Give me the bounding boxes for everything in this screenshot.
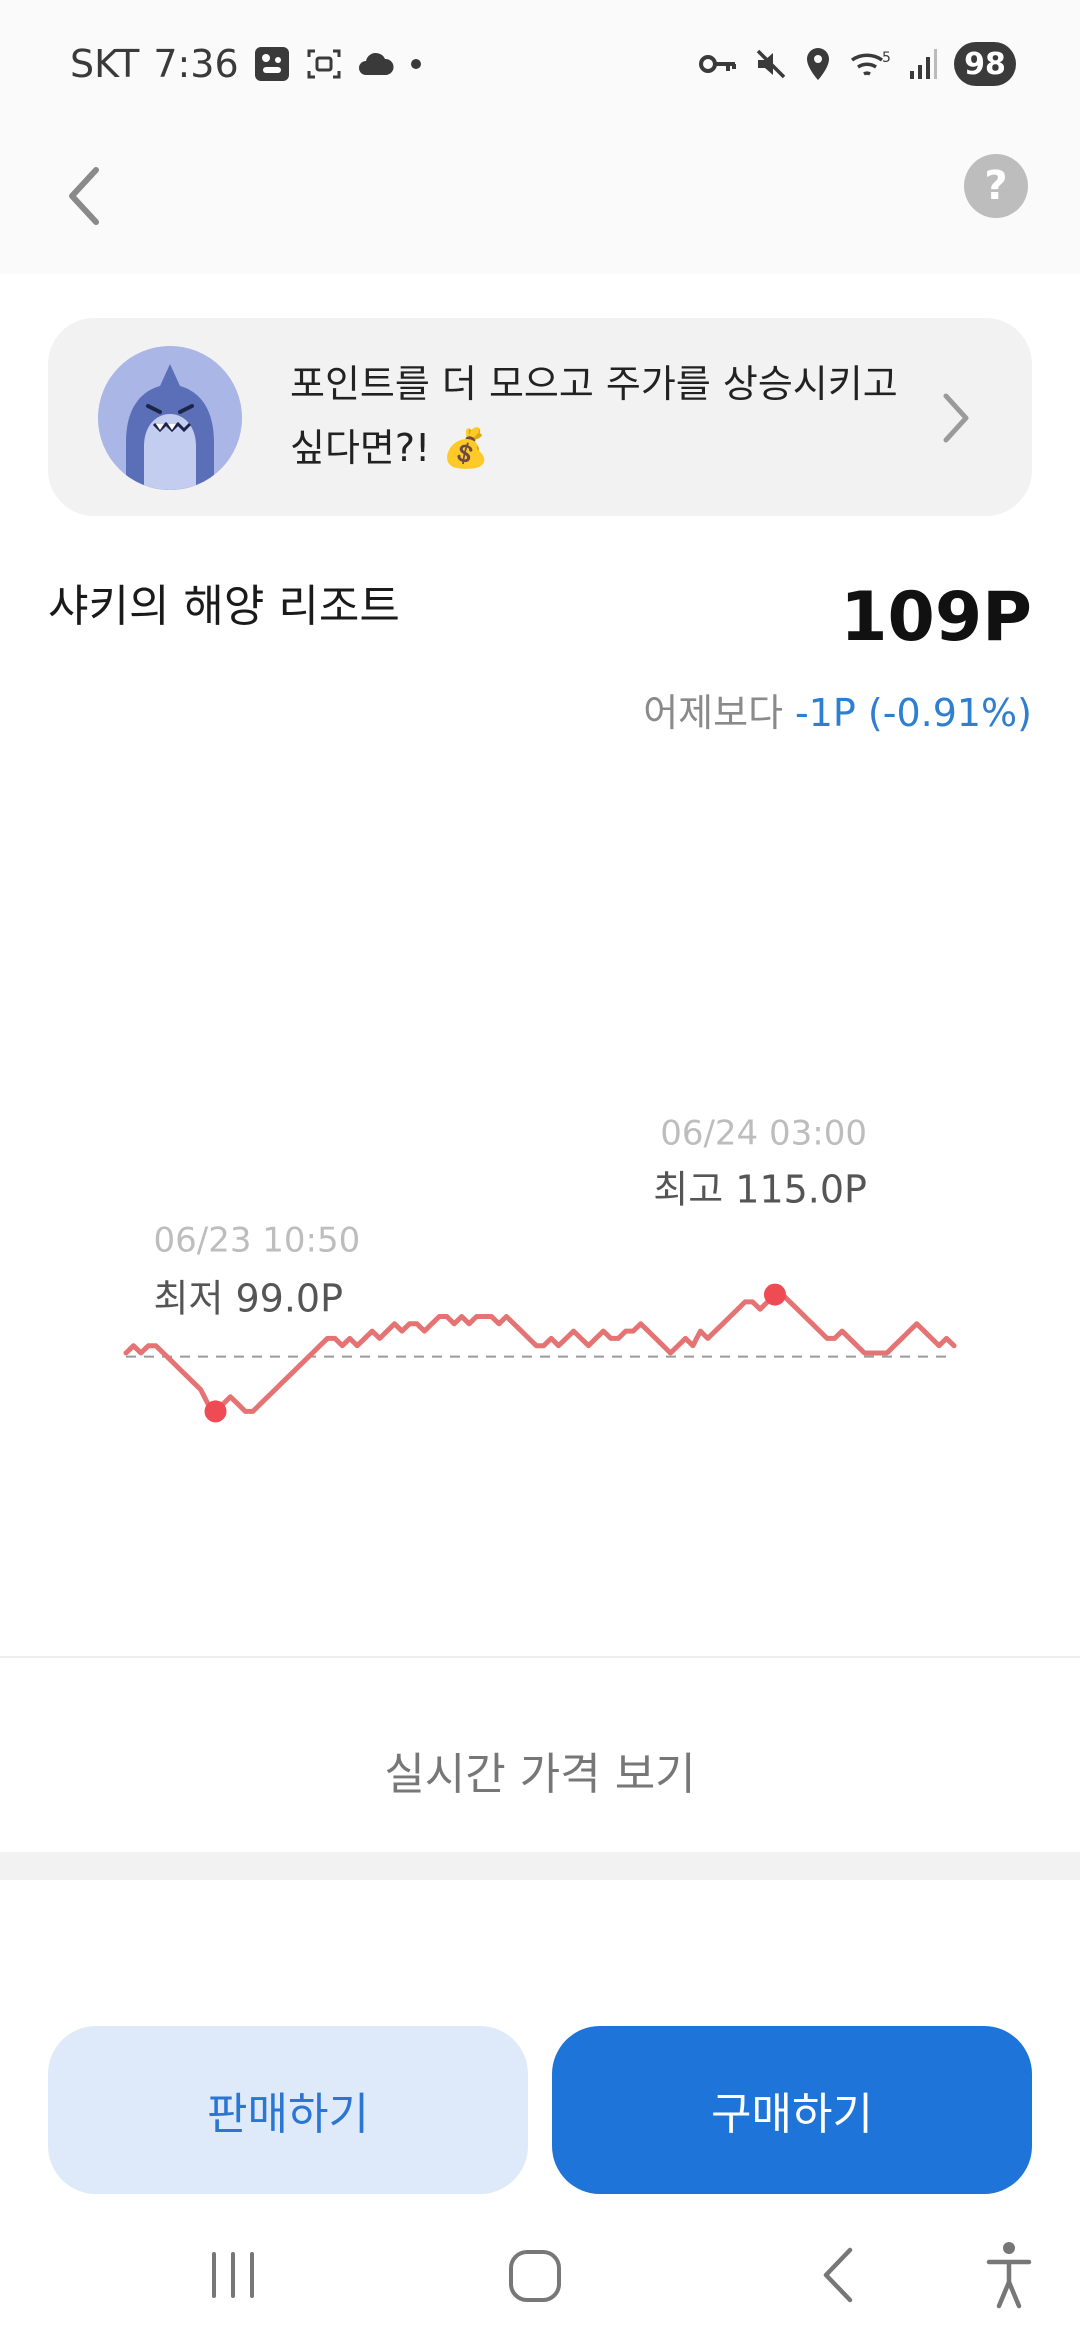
buy-button[interactable]: 구매하기 <box>552 2026 1032 2194</box>
wifi-icon: 5 <box>848 46 892 82</box>
carrier-label: SKT <box>70 42 140 86</box>
chevron-right-icon <box>938 390 972 446</box>
low-price-label: 최저 99.0P <box>154 1276 344 1320</box>
screenshot-icon <box>305 45 343 83</box>
location-icon <box>804 46 832 82</box>
sell-button[interactable]: 판매하기 <box>48 2026 528 2194</box>
screen: SKT 7:36 5 98 ? 포인트를 더 모으고 주가를 상승시키고 싶다면… <box>0 0 1080 2340</box>
recent-apps-icon <box>212 2252 254 2298</box>
accessibility-icon <box>986 2242 1032 2309</box>
recent-apps-button[interactable] <box>208 2240 258 2310</box>
stock-change: 어제보다 -1P (-0.91%) <box>643 682 1032 737</box>
promo-text: 포인트를 더 모으고 주가를 상승시키고 싶다면?! 💰 <box>290 362 898 470</box>
battery-indicator: 98 <box>954 42 1016 86</box>
dot-icon <box>409 57 423 71</box>
cloud-icon <box>357 49 395 79</box>
home-button[interactable] <box>505 2246 565 2306</box>
time-label: 7:36 <box>153 42 239 86</box>
high-time-label: 06/24 03:00 <box>660 1114 867 1154</box>
low-point-marker <box>204 1400 227 1423</box>
section-divider <box>0 1852 1080 1880</box>
system-back-icon <box>823 2247 853 2303</box>
realtime-price-link[interactable]: 실시간 가격 보기 <box>0 1700 1080 1840</box>
divider <box>0 1656 1080 1658</box>
mute-icon <box>754 47 788 81</box>
question-icon: ? <box>984 163 1008 209</box>
stock-name: 샤키의 해양 리조트 <box>48 581 400 632</box>
stock-price: 109P <box>840 578 1032 657</box>
high-point-marker <box>763 1283 786 1306</box>
top-nav: ? <box>0 128 1080 274</box>
help-button[interactable]: ? <box>964 154 1028 218</box>
home-icon <box>509 2250 561 2302</box>
system-nav-bar <box>0 2220 1080 2340</box>
key-icon <box>698 49 738 79</box>
back-button[interactable] <box>58 156 114 236</box>
status-bar: SKT 7:36 5 98 <box>0 0 1080 128</box>
system-back-button[interactable] <box>818 2242 858 2308</box>
shark-character-icon <box>98 346 242 490</box>
status-left: SKT 7:36 <box>70 38 423 90</box>
chevron-left-icon <box>69 167 99 225</box>
promo-banner[interactable]: 포인트를 더 모으고 주가를 상승시키고 싶다면?! 💰 <box>48 318 1032 516</box>
high-price-label: 최고 115.0P <box>653 1168 867 1212</box>
status-right: 5 98 <box>698 38 1016 90</box>
change-value: -1P (-0.91%) <box>795 691 1032 735</box>
network-label: 5 <box>882 50 891 66</box>
change-label: 어제보다 <box>643 691 784 735</box>
notification-app-icon <box>253 45 291 83</box>
signal-icon <box>908 47 938 81</box>
accessibility-button[interactable] <box>984 2238 1034 2312</box>
price-chart: 06/24 03:00 최고 115.0P 06/23 10:50 최저 99.… <box>123 1114 957 1423</box>
low-time-label: 06/23 10:50 <box>154 1220 361 1260</box>
